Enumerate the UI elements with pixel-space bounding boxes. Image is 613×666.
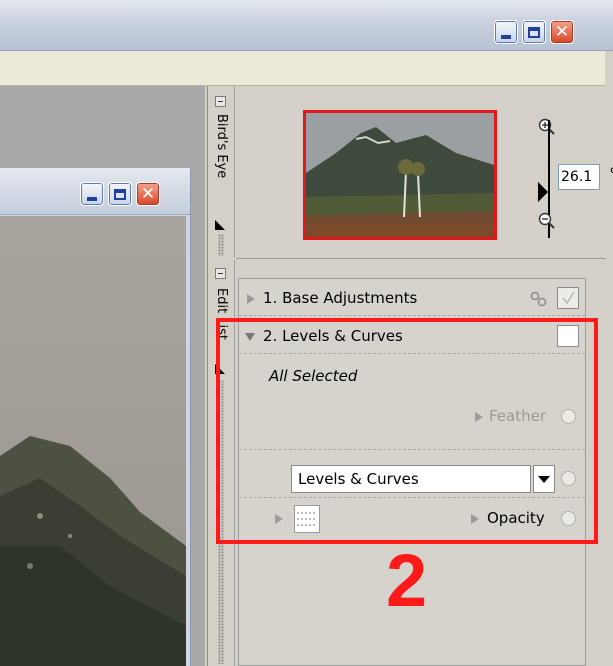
image-maximize-button[interactable] [108,182,132,206]
resize-corner-icon[interactable] [215,220,225,230]
zoom-slider-thumb[interactable] [538,182,548,202]
birds-eye-tab[interactable]: Bird's Eye [208,86,235,258]
image-close-button[interactable]: ✕ [136,182,160,206]
image-minimize-button[interactable] [80,182,104,206]
highlight-box [216,318,598,544]
mountain-photo [0,216,186,666]
photo-canvas[interactable] [0,216,186,666]
maximize-icon [109,183,131,205]
maximize-button[interactable] [522,20,546,44]
birds-eye-label: Bird's Eye [214,114,229,179]
collapse-icon[interactable] [215,96,226,107]
step-enabled-checkbox[interactable] [557,287,579,309]
link-icon[interactable] [529,289,549,309]
expand-arrow-icon[interactable] [247,294,255,304]
menu-bar [0,51,605,86]
step-base-adjustments[interactable]: 1. Base Adjustments [239,285,585,313]
annotation-number: 2 [386,539,428,622]
image-window-titlebar: ✕ [0,168,190,215]
maximize-icon [523,21,545,43]
collapse-icon[interactable] [215,268,226,279]
grip-handle[interactable] [218,234,224,256]
checkmark-icon [562,291,575,305]
thumbnail-image [306,113,494,237]
step-label: 1. Base Adjustments [263,289,418,307]
main-window-titlebar: ✕ [0,0,613,51]
minimize-icon [81,183,103,205]
zoom-in-icon[interactable] [538,118,556,136]
close-icon: ✕ [554,21,570,42]
minimize-button[interactable] [494,20,518,44]
minimize-icon [495,21,517,43]
birds-eye-panel: 26.1 % [236,86,613,259]
image-window: ✕ [0,168,191,666]
zoom-value-field[interactable]: 26.1 [558,164,600,190]
close-icon: ✕ [140,183,156,204]
birds-eye-thumbnail[interactable] [303,110,497,240]
zoom-out-icon[interactable] [538,212,556,230]
close-button[interactable]: ✕ [550,20,574,44]
